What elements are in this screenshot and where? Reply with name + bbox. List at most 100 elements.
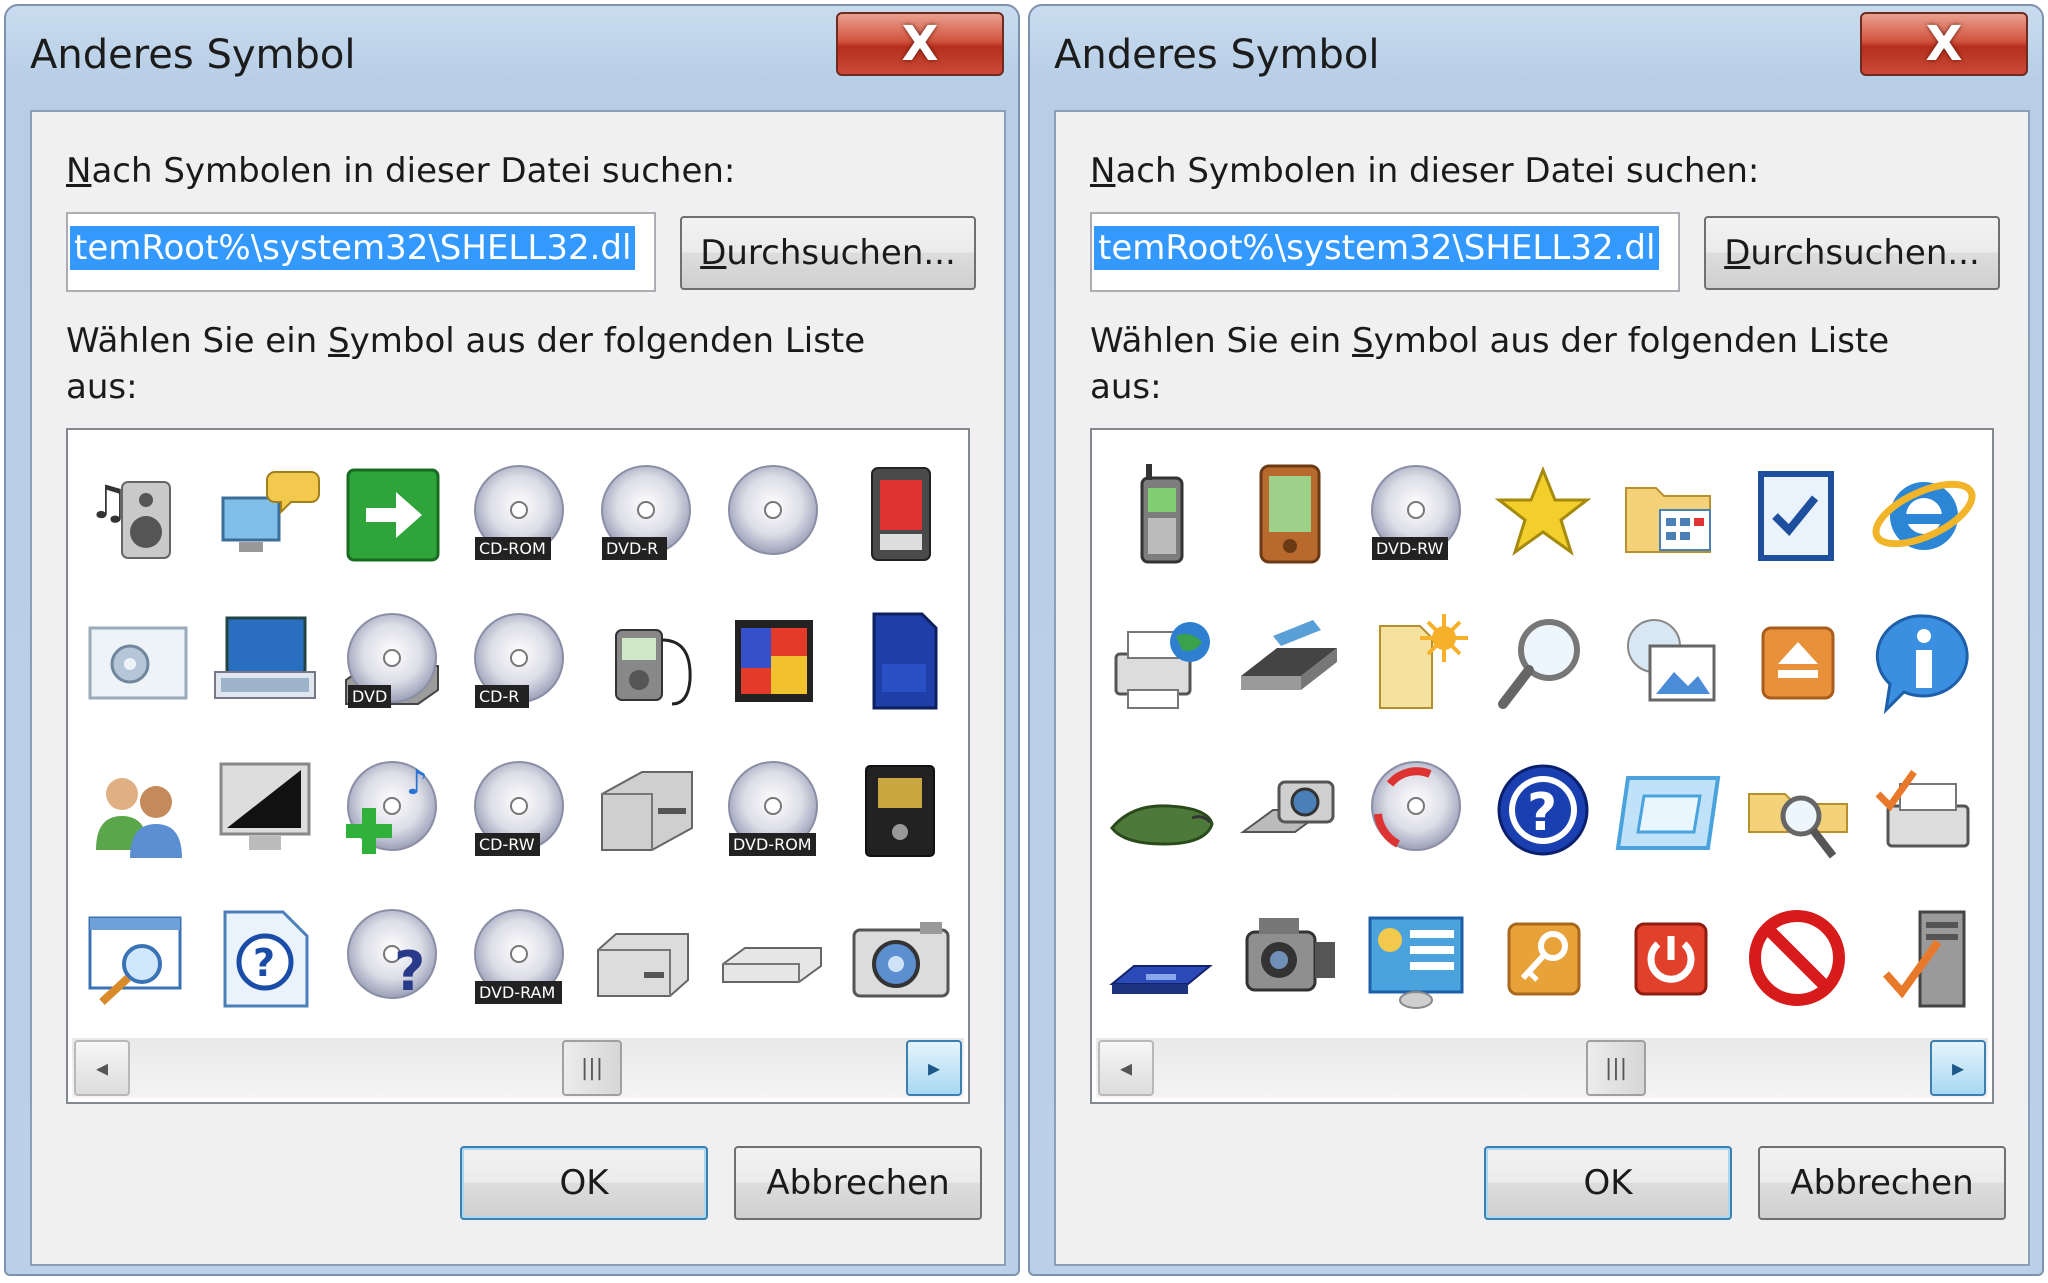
dialog-client-area: Nach Symbolen in dieser Datei suchen: te… bbox=[30, 110, 1006, 1266]
close-button[interactable]: X bbox=[1860, 12, 2028, 76]
disc-question-icon[interactable]: ? bbox=[328, 884, 455, 1032]
keyboard-monitor-icon[interactable] bbox=[201, 588, 328, 736]
settings-window-icon-graphic bbox=[88, 626, 187, 700]
network-printer-icon[interactable] bbox=[1098, 588, 1225, 736]
dvd-r-icon-graphic: DVD-R bbox=[600, 465, 691, 560]
dvd-rom-icon[interactable]: DVD-ROM bbox=[709, 736, 836, 884]
browse-button[interactable]: Durchsuchen... bbox=[1704, 216, 2000, 290]
window-frame-icon[interactable] bbox=[1606, 736, 1733, 884]
memory-card-icon[interactable] bbox=[836, 440, 963, 588]
scroll-right-button[interactable]: ▸ bbox=[1930, 1040, 1986, 1096]
close-button[interactable]: X bbox=[836, 12, 1004, 76]
help-icon[interactable]: ? bbox=[1479, 736, 1606, 884]
key-icon[interactable] bbox=[1479, 884, 1606, 1032]
users-icon[interactable] bbox=[74, 736, 201, 884]
green-arrow-icon[interactable] bbox=[328, 440, 455, 588]
floppy-drive-icon[interactable] bbox=[1098, 884, 1225, 1032]
mouse-icon[interactable] bbox=[1098, 736, 1225, 884]
star-icon[interactable] bbox=[1479, 440, 1606, 588]
cd-r-icon-graphic: CD-R bbox=[473, 613, 564, 708]
printer-check-icon-graphic bbox=[1875, 769, 1969, 848]
scroll-right-icon: ▸ bbox=[1951, 1054, 1965, 1082]
svg-text:?: ? bbox=[394, 940, 425, 1003]
no-entry-icon-graphic bbox=[1748, 910, 1845, 1006]
users-icon-graphic bbox=[95, 778, 182, 858]
icon-file-path-input[interactable]: temRoot%\system32\SHELL32.dl bbox=[66, 212, 656, 292]
no-entry-icon[interactable] bbox=[1733, 884, 1860, 1032]
dvd-r-icon-label: DVD-R bbox=[606, 539, 658, 558]
scroll-left-button[interactable]: ◂ bbox=[74, 1040, 130, 1096]
smart-card-icon[interactable] bbox=[836, 736, 963, 884]
scanner-camera-icon[interactable] bbox=[1225, 736, 1352, 884]
cd-add-music-icon[interactable]: ♪ bbox=[328, 736, 455, 884]
media-player-icon[interactable] bbox=[582, 588, 709, 736]
disc-refresh-icon[interactable] bbox=[1352, 736, 1479, 884]
camera-icon[interactable] bbox=[836, 884, 963, 1032]
icon-list[interactable]: DVD-RW ? ◂ ||| ▸ bbox=[1090, 428, 1994, 1104]
icon-list[interactable]: ♫ CD-ROM DVD-R DVD CD-R ♪ CD-RW DVD-ROM?… bbox=[66, 428, 970, 1104]
mobile-phone-icon[interactable] bbox=[1098, 440, 1225, 588]
music-speaker-icon[interactable]: ♫ bbox=[74, 440, 201, 588]
dvd-drive-icon[interactable]: DVD bbox=[328, 588, 455, 736]
icon-list-label: Wählen Sie ein Symbol aus der folgenden … bbox=[66, 321, 866, 407]
folder-grid-icon-graphic bbox=[1624, 487, 1711, 553]
monitor-icon[interactable] bbox=[201, 736, 328, 884]
cd-rom-icon[interactable]: CD-ROM bbox=[455, 440, 582, 588]
magnifier-icon[interactable] bbox=[1479, 588, 1606, 736]
printer-check-icon[interactable] bbox=[1860, 736, 1987, 884]
floppy-drive-icon-graphic bbox=[1108, 965, 1213, 994]
icon-file-path-input[interactable]: temRoot%\system32\SHELL32.dl bbox=[1090, 212, 1680, 292]
svg-text:♪: ♪ bbox=[406, 763, 428, 803]
cancel-button[interactable]: Abbrechen bbox=[1758, 1146, 2006, 1220]
compactflash-icon[interactable] bbox=[709, 588, 836, 736]
cd-rw-icon[interactable]: CD-RW bbox=[455, 736, 582, 884]
pda-icon[interactable] bbox=[1225, 440, 1352, 588]
sd-card-icon[interactable] bbox=[836, 588, 963, 736]
folder-search-icon[interactable] bbox=[1733, 736, 1860, 884]
horizontal-scrollbar[interactable]: ◂ ||| ▸ bbox=[1096, 1038, 1988, 1098]
scanner-icon[interactable] bbox=[1225, 588, 1352, 736]
folder-grid-icon[interactable] bbox=[1606, 440, 1733, 588]
cd-r-icon[interactable]: CD-R bbox=[455, 588, 582, 736]
search-window-icon[interactable] bbox=[74, 884, 201, 1032]
server-check-icon-graphic bbox=[1882, 910, 1965, 1008]
browse-button[interactable]: Durchsuchen... bbox=[680, 216, 976, 290]
new-folder-icon[interactable] bbox=[1352, 588, 1479, 736]
scroll-right-button[interactable]: ▸ bbox=[906, 1040, 962, 1096]
grip-icon: ||| bbox=[1604, 1055, 1628, 1081]
power-icon[interactable] bbox=[1606, 884, 1733, 1032]
internet-explorer-icon[interactable] bbox=[1860, 440, 1987, 588]
network-chat-icon[interactable] bbox=[201, 440, 328, 588]
scrollbar-thumb[interactable]: ||| bbox=[562, 1040, 622, 1096]
sd-card-icon-graphic bbox=[872, 612, 937, 710]
checklist-icon[interactable] bbox=[1733, 440, 1860, 588]
camcorder-icon[interactable] bbox=[1225, 884, 1352, 1032]
flat-drive-icon[interactable] bbox=[709, 884, 836, 1032]
network-settings-icon[interactable] bbox=[1352, 884, 1479, 1032]
dvd-r-icon[interactable]: DVD-R bbox=[582, 440, 709, 588]
ok-button[interactable]: OK bbox=[460, 1146, 708, 1220]
ok-button[interactable]: OK bbox=[1484, 1146, 1732, 1220]
change-icon-dialog-left: Anderes Symbol X Nach Symbolen in dieser… bbox=[0, 0, 1024, 1283]
blank-cd-icon[interactable] bbox=[709, 440, 836, 588]
eject-icon[interactable] bbox=[1733, 588, 1860, 736]
magnifier-icon-graphic bbox=[1497, 619, 1580, 709]
pictures-icon-graphic bbox=[1626, 619, 1715, 702]
help-file-icon[interactable]: ? bbox=[201, 884, 328, 1032]
scrollbar-thumb[interactable]: ||| bbox=[1586, 1040, 1646, 1096]
horizontal-scrollbar[interactable]: ◂ ||| ▸ bbox=[72, 1038, 964, 1098]
scroll-right-icon: ▸ bbox=[927, 1054, 941, 1082]
media-player-icon-graphic bbox=[614, 629, 692, 706]
pictures-icon[interactable] bbox=[1606, 588, 1733, 736]
dvd-rw-icon[interactable]: DVD-RW bbox=[1352, 440, 1479, 588]
settings-window-icon[interactable] bbox=[74, 588, 201, 736]
svg-text:?: ? bbox=[1527, 783, 1557, 843]
scroll-left-button[interactable]: ◂ bbox=[1098, 1040, 1154, 1096]
external-drive-icon[interactable] bbox=[582, 884, 709, 1032]
cancel-button[interactable]: Abbrechen bbox=[734, 1146, 982, 1220]
server-check-icon[interactable] bbox=[1860, 884, 1987, 1032]
key-icon-graphic bbox=[1507, 922, 1580, 996]
dvd-ram-icon[interactable]: DVD-RAM bbox=[455, 884, 582, 1032]
hard-drive-icon[interactable] bbox=[582, 736, 709, 884]
info-icon[interactable] bbox=[1860, 588, 1987, 736]
